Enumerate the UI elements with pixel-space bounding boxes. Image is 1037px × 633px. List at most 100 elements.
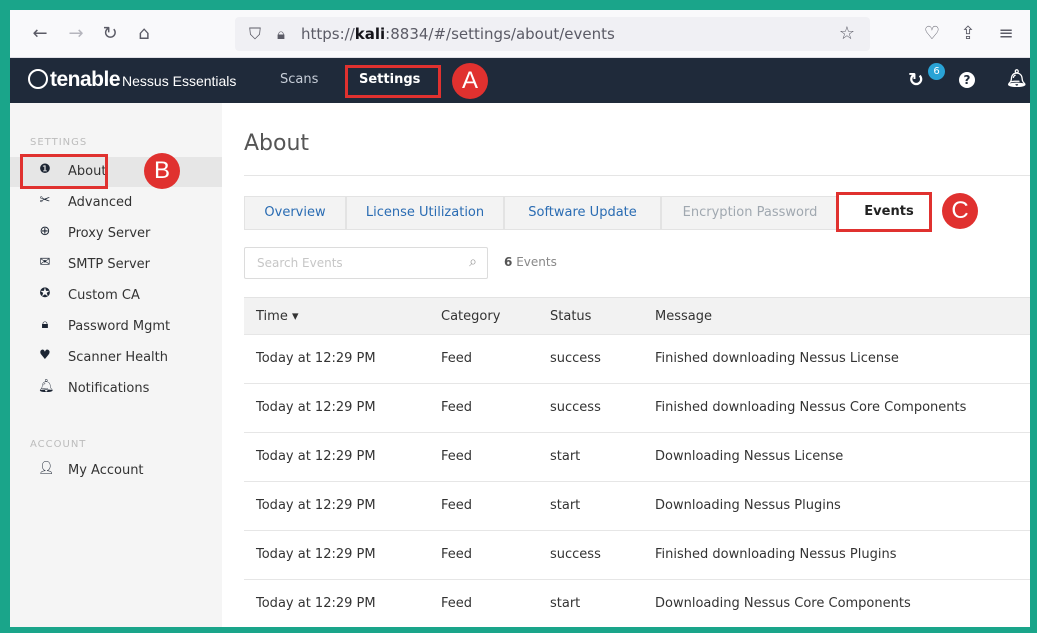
table-header: Time ▾ Category Status Message bbox=[244, 297, 1030, 334]
table-row[interactable]: Today at 12:29 PM Feed success Finished … bbox=[244, 530, 1030, 579]
column-header-time[interactable]: Time ▾ bbox=[256, 309, 298, 324]
help-icon[interactable]: ? bbox=[959, 72, 975, 88]
sidebar-item-label: Scanner Health bbox=[68, 350, 169, 365]
cell-message: Finished downloading Nessus License bbox=[655, 351, 899, 366]
pocket-icon[interactable]: ♡ bbox=[920, 22, 944, 46]
sidebar-item-label: My Account bbox=[68, 463, 144, 478]
column-header-category[interactable]: Category bbox=[441, 309, 500, 324]
sidebar-item-custom-ca[interactable]: ✪ Custom CA bbox=[10, 281, 222, 311]
home-icon[interactable]: ⌂ bbox=[132, 22, 156, 46]
cell-time: Today at 12:29 PM bbox=[256, 449, 376, 464]
cell-time: Today at 12:29 PM bbox=[256, 547, 376, 562]
tab-overview[interactable]: Overview bbox=[244, 196, 346, 230]
main-content: About Overview License Utilization Softw… bbox=[222, 103, 1030, 627]
cell-category: Feed bbox=[441, 596, 473, 611]
sidebar-item-label: Custom CA bbox=[68, 288, 140, 303]
address-bar[interactable]: ⛉ 🔒︎ https://kali:8834/#/settings/about/… bbox=[235, 17, 870, 51]
events-highlight-box bbox=[836, 192, 932, 232]
search-input[interactable]: Search Events ⌕ bbox=[244, 247, 488, 279]
sidebar-item-advanced[interactable]: ✂ Advanced bbox=[10, 188, 222, 218]
table-row[interactable]: Today at 12:29 PM Feed success Finished … bbox=[244, 334, 1030, 383]
cell-category: Feed bbox=[441, 400, 473, 415]
sidebar-item-password-mgmt[interactable]: 🔒︎ Password Mgmt bbox=[10, 312, 222, 342]
table-row[interactable]: Today at 12:29 PM Feed start Downloading… bbox=[244, 481, 1030, 530]
envelope-icon: ✉ bbox=[39, 255, 51, 270]
cell-category: Feed bbox=[441, 351, 473, 366]
nav-scans[interactable]: Scans bbox=[280, 72, 318, 87]
cell-status: start bbox=[550, 449, 581, 464]
cell-message: Downloading Nessus License bbox=[655, 449, 844, 464]
settings-highlight-box bbox=[345, 65, 441, 98]
user-icon: 👤︎ bbox=[38, 461, 55, 476]
sidebar-item-scanner-health[interactable]: ♥ Scanner Health bbox=[10, 343, 222, 373]
page-title: About bbox=[244, 131, 310, 156]
cell-message: Downloading Nessus Core Components bbox=[655, 596, 911, 611]
menu-icon[interactable]: ≡ bbox=[994, 22, 1018, 46]
cell-time: Today at 12:29 PM bbox=[256, 400, 376, 415]
tab-encryption-password[interactable]: Encryption Password bbox=[661, 196, 839, 230]
browser-toolbar: ← → ↻ ⌂ ⛉ 🔒︎ https://kali:8834/#/setting… bbox=[10, 10, 1030, 58]
sidebar-item-label: Proxy Server bbox=[68, 226, 151, 241]
back-arrow-icon[interactable]: ← bbox=[28, 22, 52, 46]
tools-icon: ✂ bbox=[39, 193, 51, 208]
heartbeat-icon: ♥ bbox=[39, 348, 51, 363]
sidebar-item-label: Password Mgmt bbox=[68, 319, 171, 334]
column-header-message[interactable]: Message bbox=[655, 309, 712, 324]
extensions-icon[interactable]: ⇪ bbox=[956, 22, 980, 46]
cell-status: start bbox=[550, 498, 581, 513]
callout-a: A bbox=[452, 63, 488, 99]
app-frame: ← → ↻ ⌂ ⛉ 🔒︎ https://kali:8834/#/setting… bbox=[10, 10, 1030, 627]
tenable-logo[interactable]: tenable Nessus Essentials bbox=[28, 68, 236, 92]
event-count: 6 Events bbox=[504, 255, 557, 269]
sidebar-item-my-account[interactable]: 👤︎ My Account bbox=[10, 456, 222, 486]
sidebar-item-label: Notifications bbox=[68, 381, 150, 396]
cell-status: success bbox=[550, 547, 601, 562]
app-header: tenable Nessus Essentials Scans Settings … bbox=[10, 58, 1030, 103]
shield-icon[interactable]: ⛉ bbox=[243, 22, 267, 46]
sidebar: SETTINGS ❶ About ✂ Advanced ⊕ Proxy Serv… bbox=[10, 103, 222, 627]
sidebar-item-notifications[interactable]: 🔔︎ Notifications bbox=[10, 374, 222, 404]
sidebar-item-label: Advanced bbox=[68, 195, 133, 210]
callout-b: B bbox=[144, 153, 180, 189]
cell-category: Feed bbox=[441, 498, 473, 513]
cell-message: Downloading Nessus Plugins bbox=[655, 498, 841, 513]
refresh-icon[interactable]: ↻ bbox=[908, 69, 924, 91]
cell-category: Feed bbox=[441, 547, 473, 562]
table-row[interactable]: Today at 12:29 PM Feed start Downloading… bbox=[244, 432, 1030, 481]
url-text[interactable]: https://kali:8834/#/settings/about/event… bbox=[301, 25, 615, 43]
tenable-logo-ring-icon bbox=[28, 69, 48, 89]
sidebar-item-label: SMTP Server bbox=[68, 257, 151, 272]
about-highlight-box bbox=[20, 154, 108, 189]
globe-icon: ⊕ bbox=[39, 224, 51, 239]
sidebar-item-smtp-server[interactable]: ✉ SMTP Server bbox=[10, 250, 222, 280]
tab-license-utilization[interactable]: License Utilization bbox=[346, 196, 504, 230]
cell-status: success bbox=[550, 351, 601, 366]
callout-c: C bbox=[942, 193, 978, 229]
tab-software-update[interactable]: Software Update bbox=[504, 196, 661, 230]
bell-icon: 🔔︎ bbox=[38, 379, 55, 394]
notification-badge: 6 bbox=[928, 63, 945, 80]
cell-category: Feed bbox=[441, 449, 473, 464]
cell-message: Finished downloading Nessus Plugins bbox=[655, 547, 897, 562]
cell-status: success bbox=[550, 400, 601, 415]
sidebar-heading-account: ACCOUNT bbox=[30, 439, 87, 450]
sidebar-heading-settings: SETTINGS bbox=[30, 137, 88, 148]
cell-message: Finished downloading Nessus Core Compone… bbox=[655, 400, 967, 415]
certificate-icon: ✪ bbox=[39, 286, 51, 301]
column-header-status[interactable]: Status bbox=[550, 309, 591, 324]
table-row[interactable]: Today at 12:29 PM Feed start Downloading… bbox=[244, 579, 1030, 627]
events-table: Time ▾ Category Status Message Today at … bbox=[244, 297, 1030, 627]
cell-time: Today at 12:29 PM bbox=[256, 351, 376, 366]
reload-icon[interactable]: ↻ bbox=[98, 22, 122, 46]
search-icon[interactable]: ⌕ bbox=[469, 254, 477, 270]
table-row[interactable]: Today at 12:29 PM Feed success Finished … bbox=[244, 383, 1030, 432]
sidebar-item-proxy-server[interactable]: ⊕ Proxy Server bbox=[10, 219, 222, 249]
forward-arrow-icon[interactable]: → bbox=[64, 22, 88, 46]
lock-icon: 🔒︎ bbox=[41, 317, 49, 332]
bookmark-star-icon[interactable]: ☆ bbox=[835, 22, 859, 46]
divider bbox=[244, 175, 1030, 176]
bell-icon[interactable]: 🔔︎ bbox=[1006, 69, 1028, 89]
lock-icon[interactable]: 🔒︎ bbox=[269, 22, 293, 46]
cell-time: Today at 12:29 PM bbox=[256, 596, 376, 611]
search-placeholder: Search Events bbox=[257, 256, 343, 270]
